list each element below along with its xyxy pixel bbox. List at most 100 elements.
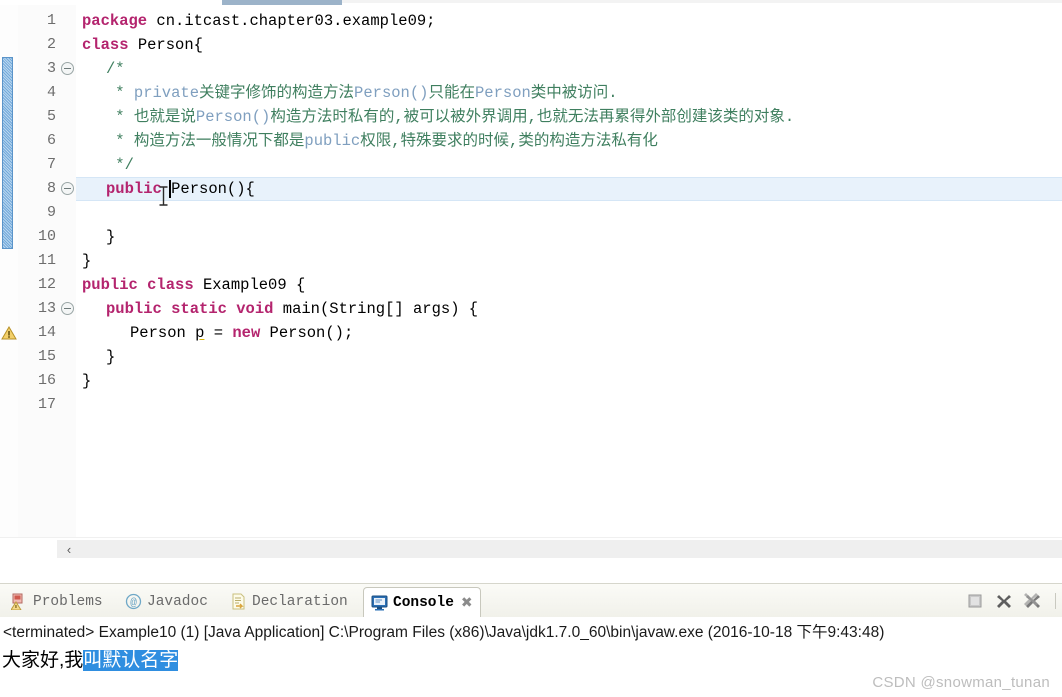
- console-output-text[interactable]: 大家好,我叫默认名字: [2, 649, 179, 673]
- code-token: Person(): [354, 84, 429, 102]
- code-token: =: [204, 324, 233, 342]
- code-token: }: [106, 348, 116, 366]
- code-line[interactable]: * 也就是说Person()构造方法时私有的,被可以被外界调用,也就无法再累得外…: [106, 105, 794, 129]
- code-token: static: [171, 300, 227, 318]
- view-tab-bar: Problems @ Javadoc Declaration Console ✖: [0, 584, 1062, 618]
- code-token: main(String[] args) {: [273, 300, 479, 318]
- code-line[interactable]: public class Example09 {: [82, 273, 305, 297]
- code-token: Person: [474, 84, 531, 102]
- tab-label: Javadoc: [147, 593, 208, 610]
- terminate-button[interactable]: [966, 592, 984, 610]
- folding-ruler[interactable]: [60, 5, 76, 537]
- remove-all-terminated-button[interactable]: [1024, 592, 1042, 610]
- line-number: 14: [37, 324, 56, 341]
- code-token: Example09 {: [193, 276, 306, 294]
- line-number: 15: [37, 348, 56, 365]
- line-number: 10: [37, 228, 56, 245]
- java-editor[interactable]: 1 2 3 4 5 6 7 8 9 10 11 12 13 14 15 16 17 package cn.itc…: [0, 5, 1062, 537]
- code-token: * 构造方法一般情况下都是: [106, 132, 305, 150]
- warning-marker-icon[interactable]: [1, 325, 17, 341]
- code-token: public: [304, 132, 361, 150]
- annotation-ruler[interactable]: [0, 5, 19, 537]
- code-line[interactable]: }: [82, 369, 91, 393]
- javadoc-icon: @: [125, 593, 142, 610]
- line-number: 6: [46, 132, 56, 149]
- code-token: 类中被访问.: [530, 84, 618, 102]
- code-line[interactable]: */: [106, 153, 134, 177]
- code-token: Person();: [260, 324, 354, 342]
- code-token: class: [147, 276, 194, 294]
- code-token: }: [82, 252, 92, 270]
- code-line[interactable]: }: [106, 345, 115, 369]
- line-number: 16: [37, 372, 56, 389]
- code-token: new: [232, 324, 261, 342]
- tab-problems[interactable]: Problems: [4, 588, 110, 615]
- code-line[interactable]: class Person{: [82, 33, 203, 57]
- code-token: Person(): [195, 108, 271, 126]
- code-token: Person{: [128, 36, 203, 54]
- line-number: 3: [46, 60, 56, 77]
- quick-diff-changed-bar[interactable]: [2, 57, 13, 249]
- tab-label: Declaration: [252, 593, 348, 610]
- console-output-plain: 大家好,我: [2, 650, 84, 671]
- code-line[interactable]: Person p = new Person();: [130, 321, 353, 345]
- code-token: 权限,特殊要求的时候,类的构造方法私有化: [360, 132, 658, 150]
- code-line[interactable]: * 构造方法一般情况下都是public权限,特殊要求的时候,类的构造方法私有化: [106, 129, 658, 153]
- editor-horizontal-scrollbar[interactable]: ‹: [0, 537, 1062, 560]
- code-token: public: [106, 300, 162, 318]
- code-token: package: [82, 12, 148, 30]
- tab-declaration[interactable]: Declaration: [223, 588, 355, 615]
- console-process-header: <terminated> Example10 (1) [Java Applica…: [3, 624, 885, 641]
- fold-collapse-icon[interactable]: [61, 182, 74, 195]
- scroll-left-icon[interactable]: ‹: [58, 540, 80, 558]
- bottom-view-panel: Problems @ Javadoc Declaration Console ✖ <ter…: [0, 583, 1062, 697]
- line-number: 4: [46, 84, 56, 101]
- code-token: void: [236, 300, 274, 318]
- problems-icon: [10, 593, 28, 611]
- csdn-watermark: CSDN @snowman_tunan: [872, 674, 1050, 691]
- toolbar-separator: [1055, 593, 1056, 609]
- code-token: }: [106, 228, 116, 246]
- code-token: Person: [130, 324, 196, 342]
- fold-collapse-icon[interactable]: [61, 62, 74, 75]
- line-number-ruler: 1 2 3 4 5 6 7 8 9 10 11 12 13 14 15 16 17: [18, 5, 61, 537]
- eclipse-window: 1 2 3 4 5 6 7 8 9 10 11 12 13 14 15 16 17 package cn.itc…: [0, 0, 1062, 697]
- line-number: 11: [37, 252, 56, 269]
- code-token: public: [82, 276, 138, 294]
- code-token: private: [133, 84, 200, 102]
- code-line[interactable]: public Person(){: [106, 177, 255, 201]
- code-line[interactable]: }: [82, 249, 91, 273]
- code-text-area[interactable]: package cn.itcast.chapter03.example09; cl…: [76, 5, 1062, 537]
- code-token: /*: [106, 60, 125, 78]
- line-number: 1: [46, 12, 56, 29]
- line-number: 8: [46, 180, 56, 197]
- tab-label: Problems: [33, 593, 103, 610]
- console-icon: [371, 594, 388, 611]
- remove-launch-button[interactable]: [995, 592, 1013, 610]
- svg-text:@: @: [130, 598, 137, 610]
- view-toolbar: [966, 590, 1058, 612]
- line-number: 7: [46, 156, 56, 173]
- code-line[interactable]: * private关键字修饰的构造方法Person()只能在Person类中被访…: [106, 81, 618, 105]
- code-line[interactable]: public static void main(String[] args) {: [106, 297, 478, 321]
- line-number: 5: [46, 108, 56, 125]
- line-number: 2: [46, 36, 56, 53]
- tab-console[interactable]: Console ✖: [363, 587, 481, 617]
- code-token: 关键字修饰的构造方法: [199, 84, 355, 102]
- code-line[interactable]: package cn.itcast.chapter03.example09;: [82, 9, 435, 33]
- line-number: 12: [37, 276, 56, 293]
- code-line[interactable]: /*: [106, 57, 125, 81]
- code-line[interactable]: }: [106, 225, 115, 249]
- code-token: cn.itcast.chapter03.example09;: [147, 12, 436, 30]
- close-icon[interactable]: ✖: [461, 594, 473, 611]
- fold-collapse-icon[interactable]: [61, 302, 74, 315]
- tab-javadoc[interactable]: @ Javadoc: [118, 588, 215, 615]
- code-token: Person(){: [161, 180, 255, 198]
- line-number: 17: [37, 396, 56, 413]
- declaration-icon: [230, 593, 247, 610]
- console-output-selection[interactable]: 叫默认名字: [83, 650, 179, 671]
- line-number: 13: [37, 300, 56, 317]
- scrollbar-track[interactable]: [57, 540, 1062, 558]
